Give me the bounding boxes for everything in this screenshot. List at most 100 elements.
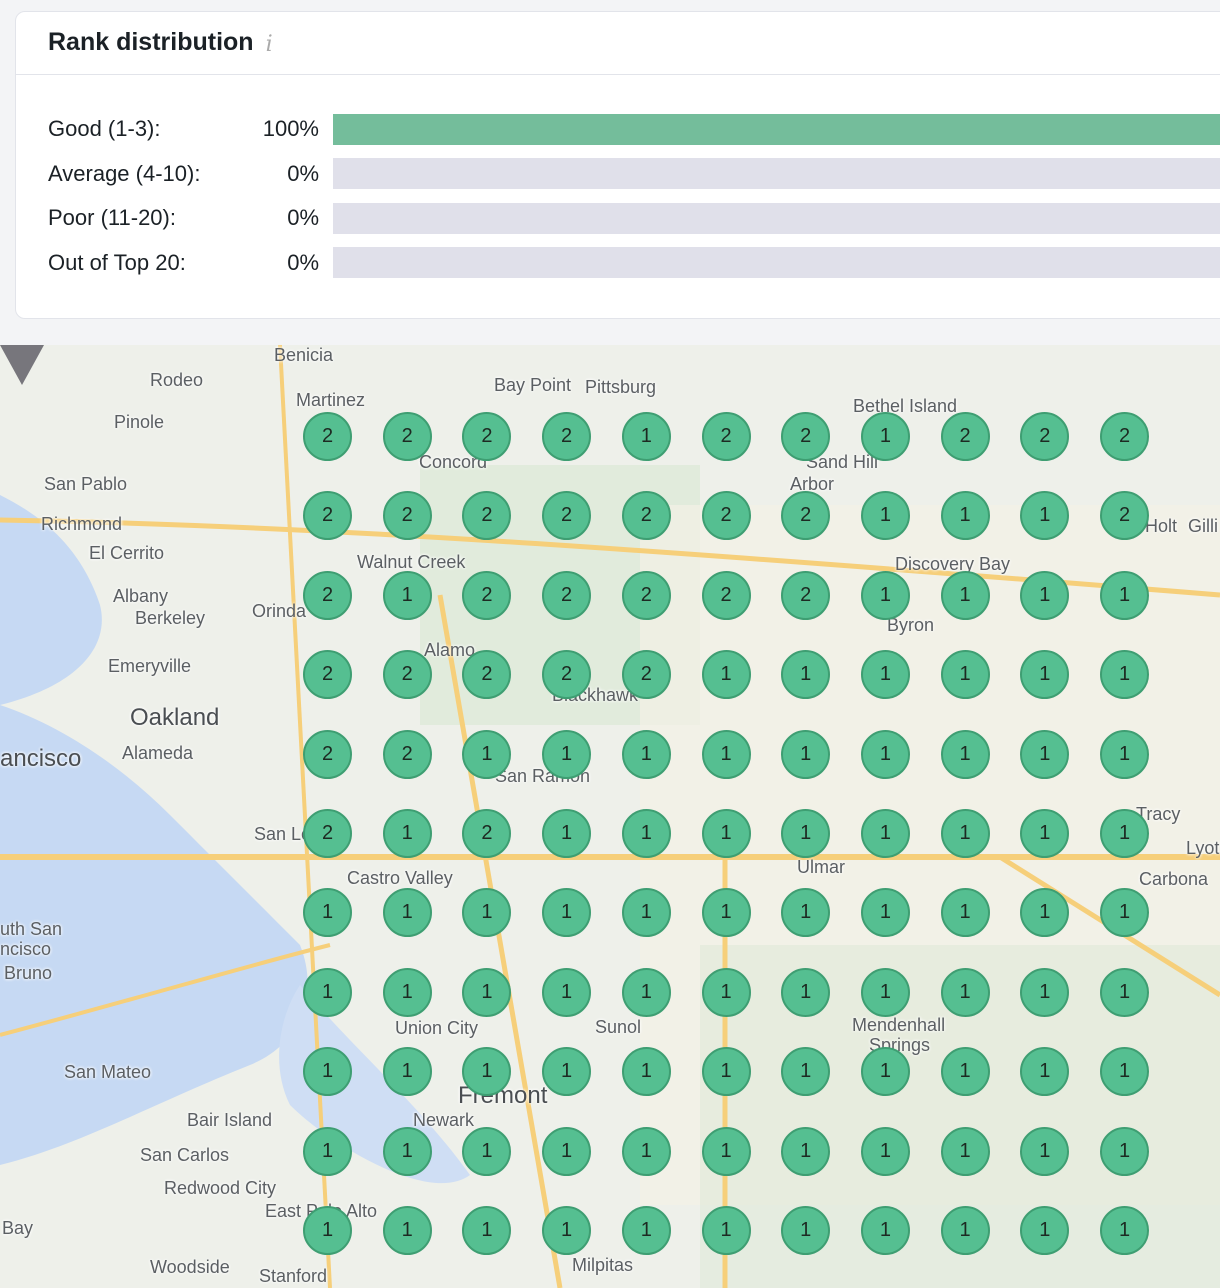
rank-marker[interactable]: 1 xyxy=(940,1126,990,1176)
rank-marker[interactable]: 1 xyxy=(940,650,990,700)
rank-marker[interactable]: 1 xyxy=(303,1047,352,1097)
rank-marker[interactable]: 1 xyxy=(621,1047,671,1097)
rank-grid-map[interactable]: Benicia Rodeo Martinez Bay Point Pittsburg Be… xyxy=(0,345,1220,1288)
rank-marker[interactable]: 1 xyxy=(1100,809,1149,858)
rank-marker[interactable]: 1 xyxy=(542,809,592,858)
rank-marker[interactable]: 1 xyxy=(860,491,910,541)
rank-marker[interactable]: 1 xyxy=(860,1047,910,1097)
rank-marker[interactable]: 1 xyxy=(382,967,432,1017)
rank-marker[interactable]: 1 xyxy=(621,809,671,858)
rank-marker[interactable]: 1 xyxy=(860,412,910,461)
rank-marker[interactable]: 1 xyxy=(303,1126,352,1176)
rank-marker[interactable]: 2 xyxy=(701,412,751,461)
rank-marker[interactable]: 1 xyxy=(701,888,751,938)
rank-marker[interactable]: 2 xyxy=(621,570,671,620)
rank-marker[interactable]: 1 xyxy=(860,809,910,858)
rank-marker[interactable]: 1 xyxy=(382,1126,432,1176)
rank-marker[interactable]: 2 xyxy=(621,650,671,700)
rank-marker[interactable]: 2 xyxy=(701,570,751,620)
rank-marker[interactable]: 2 xyxy=(1020,412,1070,461)
rank-marker[interactable]: 1 xyxy=(701,729,751,779)
rank-marker[interactable]: 2 xyxy=(303,570,352,620)
rank-marker[interactable]: 1 xyxy=(860,570,910,620)
rank-marker[interactable]: 1 xyxy=(621,412,671,461)
rank-marker[interactable]: 1 xyxy=(1100,967,1149,1017)
rank-marker[interactable]: 1 xyxy=(860,1126,910,1176)
rank-marker[interactable]: 1 xyxy=(542,1126,592,1176)
rank-marker[interactable]: 1 xyxy=(1100,729,1149,779)
rank-marker[interactable]: 1 xyxy=(462,1126,512,1176)
rank-marker[interactable]: 2 xyxy=(382,412,432,461)
rank-marker[interactable]: 1 xyxy=(1020,570,1070,620)
rank-marker[interactable]: 2 xyxy=(303,412,352,461)
rank-marker[interactable]: 1 xyxy=(940,967,990,1017)
rank-marker[interactable]: 1 xyxy=(781,809,831,858)
rank-marker[interactable]: 2 xyxy=(1100,412,1149,461)
rank-marker[interactable]: 1 xyxy=(303,967,352,1017)
rank-marker[interactable]: 1 xyxy=(303,1206,352,1255)
rank-marker[interactable]: 2 xyxy=(462,570,512,620)
rank-marker[interactable]: 1 xyxy=(621,1206,671,1255)
rank-marker[interactable]: 1 xyxy=(382,888,432,938)
rank-marker[interactable]: 1 xyxy=(542,967,592,1017)
rank-marker[interactable]: 2 xyxy=(303,650,352,700)
rank-marker[interactable]: 1 xyxy=(1020,1206,1070,1255)
rank-marker[interactable]: 1 xyxy=(940,888,990,938)
rank-marker[interactable]: 1 xyxy=(1020,1126,1070,1176)
rank-marker[interactable]: 1 xyxy=(940,1206,990,1255)
info-icon[interactable]: i xyxy=(266,32,273,57)
rank-marker[interactable]: 1 xyxy=(1100,570,1149,620)
rank-marker[interactable]: 1 xyxy=(701,1047,751,1097)
rank-marker[interactable]: 2 xyxy=(542,570,592,620)
rank-marker[interactable]: 1 xyxy=(1020,809,1070,858)
rank-marker[interactable]: 1 xyxy=(860,650,910,700)
rank-marker[interactable]: 1 xyxy=(542,1047,592,1097)
rank-marker[interactable]: 1 xyxy=(621,967,671,1017)
rank-marker[interactable]: 1 xyxy=(940,491,990,541)
rank-marker[interactable]: 1 xyxy=(382,809,432,858)
rank-marker[interactable]: 1 xyxy=(781,1126,831,1176)
rank-marker[interactable]: 1 xyxy=(382,1206,432,1255)
rank-marker[interactable]: 1 xyxy=(940,809,990,858)
rank-marker[interactable]: 1 xyxy=(1100,1206,1149,1255)
rank-marker[interactable]: 1 xyxy=(701,967,751,1017)
rank-marker[interactable]: 2 xyxy=(621,491,671,541)
rank-marker[interactable]: 2 xyxy=(781,570,831,620)
rank-marker[interactable]: 2 xyxy=(940,412,990,461)
rank-marker[interactable]: 1 xyxy=(781,729,831,779)
rank-marker[interactable]: 1 xyxy=(621,729,671,779)
rank-marker[interactable]: 2 xyxy=(701,491,751,541)
rank-marker[interactable]: 1 xyxy=(701,1206,751,1255)
rank-marker[interactable]: 2 xyxy=(303,729,352,779)
rank-marker[interactable]: 2 xyxy=(303,809,352,858)
location-pin-icon[interactable] xyxy=(0,345,44,387)
rank-marker[interactable]: 1 xyxy=(462,967,512,1017)
rank-marker[interactable]: 1 xyxy=(462,729,512,779)
rank-marker[interactable]: 1 xyxy=(940,570,990,620)
rank-marker[interactable]: 1 xyxy=(621,888,671,938)
rank-marker[interactable]: 1 xyxy=(860,1206,910,1255)
rank-marker[interactable]: 1 xyxy=(1100,1126,1149,1176)
rank-marker[interactable]: 2 xyxy=(542,650,592,700)
rank-marker[interactable]: 1 xyxy=(701,809,751,858)
rank-marker[interactable]: 1 xyxy=(542,1206,592,1255)
rank-marker[interactable]: 1 xyxy=(781,1206,831,1255)
rank-marker[interactable]: 1 xyxy=(1100,1047,1149,1097)
rank-marker[interactable]: 1 xyxy=(781,967,831,1017)
rank-marker[interactable]: 1 xyxy=(1100,650,1149,700)
rank-marker[interactable]: 2 xyxy=(382,729,432,779)
rank-marker[interactable]: 1 xyxy=(1020,967,1070,1017)
rank-marker[interactable]: 1 xyxy=(940,1047,990,1097)
rank-marker[interactable]: 1 xyxy=(860,729,910,779)
rank-marker[interactable]: 2 xyxy=(542,412,592,461)
rank-marker[interactable]: 1 xyxy=(382,1047,432,1097)
rank-marker[interactable]: 1 xyxy=(860,967,910,1017)
rank-marker[interactable]: 2 xyxy=(382,650,432,700)
rank-marker[interactable]: 2 xyxy=(382,491,432,541)
rank-marker[interactable]: 1 xyxy=(621,1126,671,1176)
rank-marker[interactable]: 1 xyxy=(542,729,592,779)
rank-marker[interactable]: 1 xyxy=(1020,729,1070,779)
rank-marker[interactable]: 1 xyxy=(940,729,990,779)
rank-marker[interactable]: 2 xyxy=(781,412,831,461)
rank-marker[interactable]: 1 xyxy=(701,1126,751,1176)
